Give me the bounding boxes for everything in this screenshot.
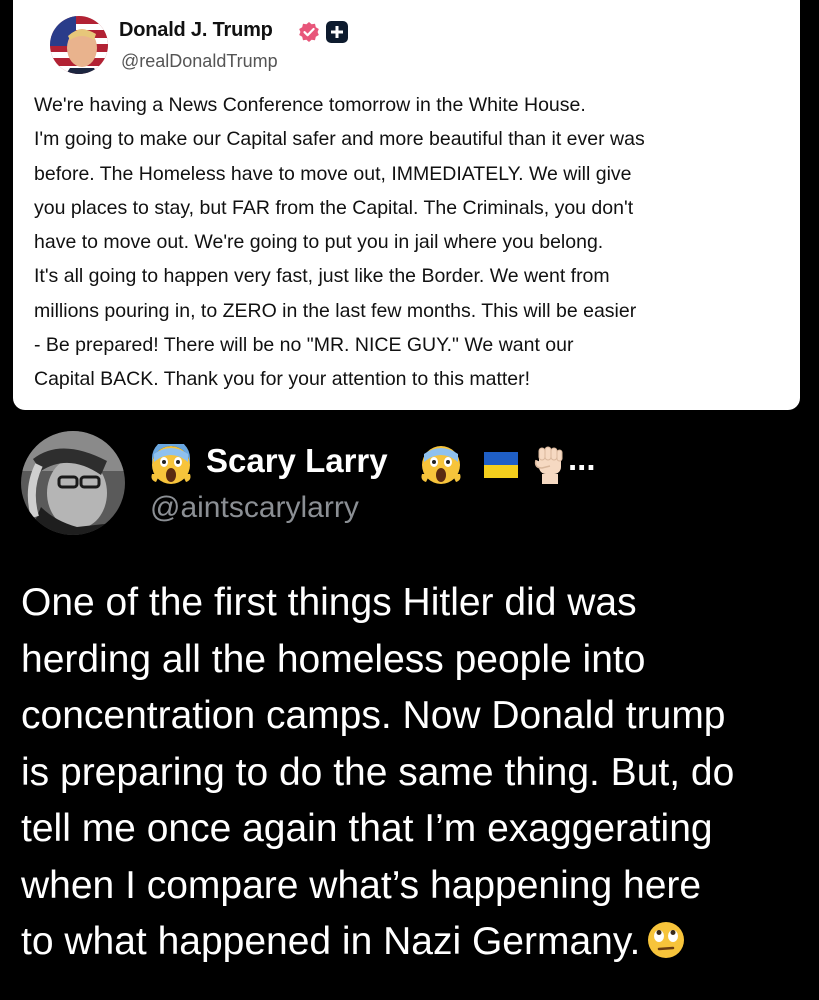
reply-body-line: to what happened in Nazi Germany. xyxy=(21,920,641,963)
name-overflow-ellipsis: ... xyxy=(568,440,596,477)
raised-fist-icon xyxy=(534,446,563,484)
post-body: We're having a News Conference tomorrow … xyxy=(34,88,794,397)
avatar[interactable] xyxy=(50,16,108,74)
scream-emoji-icon xyxy=(151,444,191,484)
verified-badge-icon xyxy=(299,22,319,42)
reply-body-line: herding all the homeless people into xyxy=(21,637,646,681)
post-body-line: millions pouring in, to ZERO in the last… xyxy=(34,299,637,322)
post-body-line: I'm going to make our Capital safer and … xyxy=(34,128,645,151)
reply-body: One of the first things Hitler did was h… xyxy=(21,575,811,971)
reply-body-last-line: to what happened in Nazi Germany. xyxy=(21,914,811,971)
post-body-line: We're having a News Conference tomorrow … xyxy=(34,94,586,116)
eye-roll-emoji-icon xyxy=(648,922,685,958)
reply-body-line: concentration camps. Now Donald trump xyxy=(21,694,726,737)
scream-emoji-icon xyxy=(421,446,461,484)
post-body-line: you places to stay, but FAR from the Cap… xyxy=(34,196,634,219)
post-author-name[interactable]: Donald J. Trump xyxy=(119,19,273,42)
reply-body-line: One of the first things Hitler did was xyxy=(21,581,637,624)
post-body-line: have to move out. We're going to put you… xyxy=(34,231,604,254)
reply-body-line: tell me once again that I’m exaggerating xyxy=(21,807,713,850)
plus-badge-icon xyxy=(326,21,348,43)
reply-author-name[interactable]: Scary Larry xyxy=(206,442,388,480)
post-author-handle[interactable]: @realDonaldTrump xyxy=(121,51,278,72)
reply-author-handle[interactable]: @aintscarylarry xyxy=(150,491,359,525)
reply-avatar[interactable] xyxy=(21,431,125,535)
reply-body-line: when I compare what’s happening here xyxy=(21,863,702,907)
reply-body-line: is preparing to do the same thing. But, … xyxy=(21,750,735,794)
quoted-post-card[interactable]: Donald J. Trump @realDonaldTrump We're h… xyxy=(13,0,800,410)
post-body-line: Capital BACK. Thank you for your attenti… xyxy=(34,368,531,391)
post-body-line: before. The Homeless have to move out, I… xyxy=(34,162,632,185)
ukraine-flag-icon xyxy=(484,452,518,478)
post-body-line: - Be prepared! There will be no "MR. NIC… xyxy=(34,334,574,357)
post-body-line: It's all going to happen very fast, just… xyxy=(34,265,610,288)
